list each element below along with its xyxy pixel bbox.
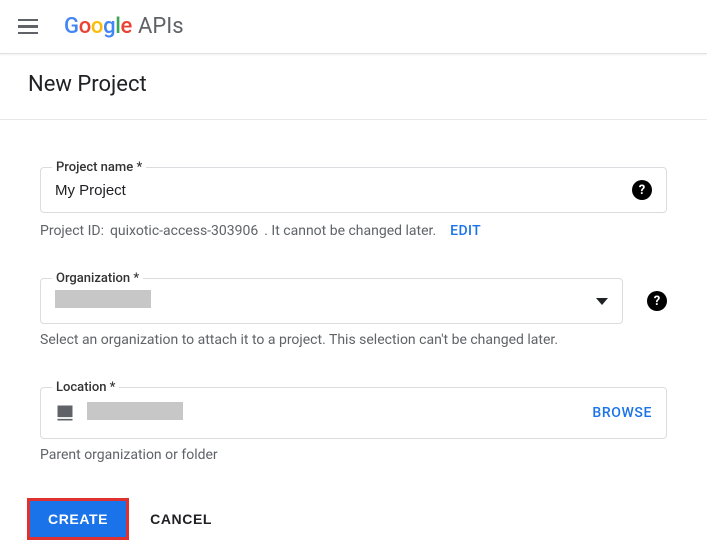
project-name-field: Project name * ? Project ID: quixotic-ac… <box>40 148 667 239</box>
chevron-down-icon <box>596 298 608 305</box>
location-input-box: BROWSE <box>40 387 667 439</box>
form-area: Project name * ? Project ID: quixotic-ac… <box>0 120 707 493</box>
location-field: Location * BROWSE Parent organization or… <box>40 368 667 463</box>
action-row: CREATE CANCEL <box>0 501 707 537</box>
project-name-label: Project name * <box>52 160 146 175</box>
page-header: New Project <box>0 54 707 120</box>
create-button[interactable]: CREATE <box>30 501 126 537</box>
location-label: Location * <box>52 380 119 395</box>
project-name-input[interactable] <box>55 182 622 199</box>
brand-suffix: APIs <box>138 14 184 39</box>
brand-logo[interactable]: Google APIs <box>64 14 184 39</box>
organization-field: Organization * ? Select an organization … <box>40 259 667 348</box>
edit-project-id-button[interactable]: EDIT <box>450 223 481 239</box>
browse-button[interactable]: BROWSE <box>592 405 652 421</box>
project-id-note: . It cannot be changed later. <box>264 223 436 239</box>
location-value[interactable] <box>85 402 582 424</box>
app-header: Google APIs <box>0 0 707 54</box>
cancel-button[interactable]: CANCEL <box>150 511 212 527</box>
page-title: New Project <box>28 72 679 97</box>
project-id-hint: Project ID: quixotic-access-303906 . It … <box>40 223 667 239</box>
organization-helper: Select an organization to attach it to a… <box>40 332 667 348</box>
help-icon[interactable]: ? <box>632 180 652 200</box>
project-id-prefix: Project ID: <box>40 223 104 239</box>
menu-icon[interactable] <box>18 15 42 39</box>
project-id-value: quixotic-access-303906 <box>110 223 258 239</box>
organization-label: Organization * <box>52 271 143 286</box>
location-helper: Parent organization or folder <box>40 447 667 463</box>
help-icon[interactable]: ? <box>647 291 667 311</box>
organization-value <box>55 290 596 312</box>
building-icon <box>55 403 75 423</box>
